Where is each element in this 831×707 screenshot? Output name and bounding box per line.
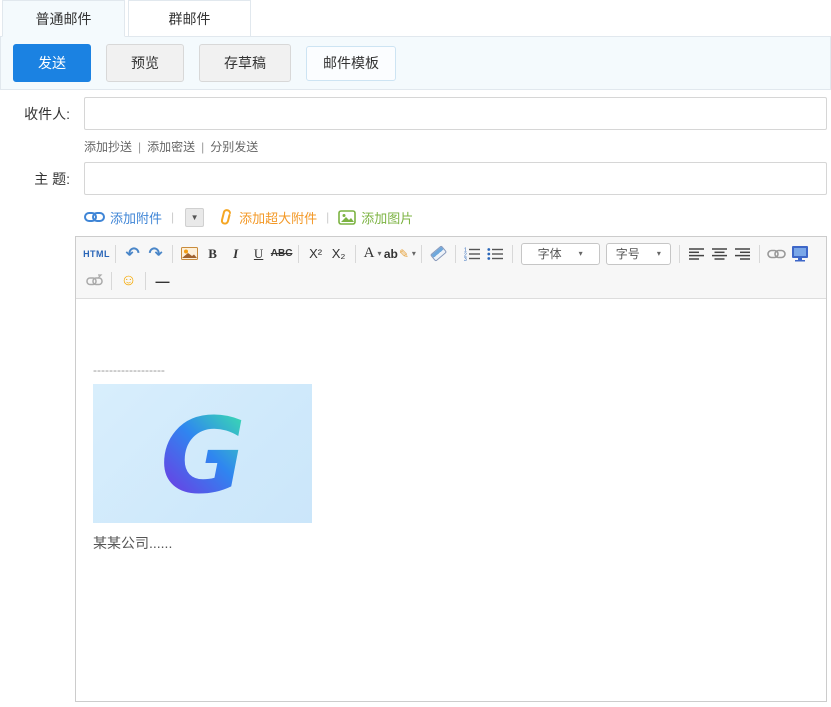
- add-bcc-link[interactable]: 添加密送: [147, 140, 195, 154]
- attachment-link-icon: [84, 211, 105, 223]
- italic-button[interactable]: I: [224, 243, 247, 265]
- highlight-color-button[interactable]: ab ✎ ▾: [384, 243, 415, 265]
- toolbar-separator: [115, 245, 116, 263]
- fullscreen-monitor-icon[interactable]: [788, 243, 811, 265]
- bold-button[interactable]: B: [201, 243, 224, 265]
- chevron-down-icon: ▾: [657, 249, 661, 258]
- align-left-icon[interactable]: [685, 243, 708, 265]
- action-toolbar: 发送 预览 存草稿 邮件模板: [0, 36, 831, 90]
- highlight-glyph: ab: [384, 247, 398, 261]
- toolbar-separator: [111, 272, 112, 290]
- horizontal-rule-button[interactable]: —: [151, 270, 174, 292]
- tab-group-mail[interactable]: 群邮件: [128, 0, 251, 37]
- editor-content-area[interactable]: ------------------ G 某某公司......: [76, 299, 826, 701]
- font-color-button[interactable]: A ▾: [361, 243, 384, 265]
- signature-logo-image[interactable]: G: [93, 384, 312, 523]
- toolbar-separator: [172, 245, 173, 263]
- svg-text:3: 3: [464, 257, 467, 261]
- attachment-bar: 添加附件 | ▼ 添加超大附件 | 添加图片: [84, 206, 827, 228]
- chevron-down-icon: ▾: [412, 249, 416, 258]
- font-family-select[interactable]: 字体 ▾: [521, 243, 600, 265]
- redo-icon[interactable]: ↷: [144, 243, 167, 265]
- toolbar-separator: [145, 272, 146, 290]
- editor-toolbar: HTML ↶ ↷ B I U ABC X² X₂: [76, 237, 826, 299]
- add-cc-link[interactable]: 添加抄送: [84, 140, 132, 154]
- signature-company-text: 某某公司......: [93, 533, 809, 553]
- align-center-icon[interactable]: [708, 243, 731, 265]
- toolbar-separator: [421, 245, 422, 263]
- mail-template-button[interactable]: 邮件模板: [306, 46, 396, 81]
- emoji-icon[interactable]: ☺: [117, 270, 140, 292]
- remove-format-eraser-icon[interactable]: [427, 243, 450, 265]
- ordered-list-icon[interactable]: 1 2 3: [461, 243, 484, 265]
- add-image-icon: [338, 210, 356, 225]
- send-option-links: 添加抄送 | 添加密送 | 分别发送: [84, 138, 827, 155]
- toolbar-separator: [455, 245, 456, 263]
- recipient-row: 收件人:: [0, 97, 827, 130]
- html-source-button[interactable]: HTML: [83, 243, 110, 265]
- logo-letter: G: [160, 395, 245, 514]
- unlink-icon[interactable]: [83, 270, 106, 292]
- toolbar-separator: [679, 245, 680, 263]
- add-attachment-link[interactable]: 添加附件: [110, 208, 162, 227]
- align-right-icon[interactable]: [731, 243, 754, 265]
- link-separator: |: [138, 140, 141, 154]
- toolbar-separator: [759, 245, 760, 263]
- undo-icon[interactable]: ↶: [121, 243, 144, 265]
- font-color-glyph: A: [364, 245, 375, 262]
- chevron-down-icon: ▼: [191, 213, 199, 222]
- editor-toolbar-row-2: ☺ —: [83, 267, 819, 294]
- preview-button[interactable]: 预览: [106, 44, 184, 82]
- chevron-down-icon: ▾: [378, 249, 382, 258]
- superscript-button[interactable]: X²: [304, 243, 327, 265]
- editor-toolbar-row-1: HTML ↶ ↷ B I U ABC X² X₂: [83, 240, 819, 267]
- toolbar-separator: [298, 245, 299, 263]
- insert-image-icon[interactable]: [178, 243, 201, 265]
- save-draft-button[interactable]: 存草稿: [199, 44, 291, 82]
- tab-normal-mail[interactable]: 普通邮件: [2, 0, 125, 37]
- font-size-label: 字号: [616, 245, 640, 262]
- add-picture-link[interactable]: 添加图片: [361, 208, 413, 227]
- pencil-icon: ✎: [399, 247, 409, 261]
- toolbar-separator: [512, 245, 513, 263]
- send-separately-link[interactable]: 分别发送: [210, 140, 258, 154]
- add-large-attachment-link[interactable]: 添加超大附件: [239, 208, 317, 227]
- strikethrough-button[interactable]: ABC: [270, 243, 293, 265]
- underline-button[interactable]: U: [247, 243, 270, 265]
- signature-separator: ------------------: [93, 363, 809, 377]
- unordered-list-icon[interactable]: [484, 243, 507, 265]
- subject-row: 主 题:: [0, 162, 827, 195]
- attachment-dropdown-button[interactable]: ▼: [185, 208, 204, 227]
- mail-compose-page: 普通邮件 群邮件 发送 预览 存草稿 邮件模板 收件人: 添加抄送 | 添加密送 | 分…: [0, 0, 831, 707]
- link-separator: |: [201, 140, 204, 154]
- chevron-down-icon: ▾: [579, 249, 583, 258]
- insert-link-icon[interactable]: [765, 243, 788, 265]
- font-size-select[interactable]: 字号 ▾: [606, 243, 671, 265]
- recipient-input[interactable]: [84, 97, 827, 130]
- tab-bar: 普通邮件 群邮件: [0, 0, 831, 37]
- rich-text-editor: HTML ↶ ↷ B I U ABC X² X₂: [75, 236, 827, 702]
- paperclip-icon: [218, 208, 234, 226]
- send-button[interactable]: 发送: [13, 44, 91, 82]
- font-family-label: 字体: [538, 245, 562, 262]
- compose-form: 收件人: 添加抄送 | 添加密送 | 分别发送 主 题: 添加附件 | ▼: [0, 90, 831, 228]
- subject-input[interactable]: [84, 162, 827, 195]
- toolbar-separator: [355, 245, 356, 263]
- subscript-button[interactable]: X₂: [327, 243, 350, 265]
- subject-label: 主 题:: [0, 169, 70, 189]
- attach-separator: |: [326, 210, 329, 224]
- recipient-label: 收件人:: [0, 104, 70, 124]
- attach-separator: |: [171, 210, 174, 224]
